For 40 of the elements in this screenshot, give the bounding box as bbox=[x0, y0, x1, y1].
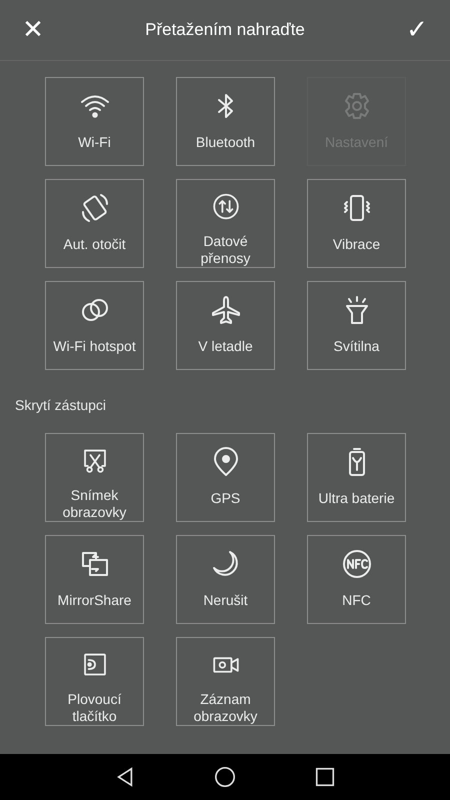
shortcut-tile[interactable]: Plovoucí tlačítko bbox=[45, 637, 144, 726]
tile-label: Wi-Fi hotspot bbox=[52, 338, 137, 355]
shortcut-tile[interactable]: GPS bbox=[176, 433, 275, 522]
shortcut-tile[interactable]: Vibrace bbox=[307, 179, 406, 268]
confirm-button[interactable]: ✓ bbox=[398, 15, 436, 45]
nfc-icon bbox=[340, 548, 372, 580]
tile-label: Nerušit bbox=[202, 592, 249, 609]
tile-label: Záznam obrazovky bbox=[192, 691, 258, 725]
shortcut-tile[interactable]: Ultra baterie bbox=[307, 433, 406, 522]
tile-label: Datové přenosy bbox=[200, 233, 252, 267]
shortcut-tile[interactable]: Wi-Fi bbox=[45, 77, 144, 166]
airplane-icon bbox=[210, 294, 242, 326]
tile-label: Bluetooth bbox=[194, 134, 256, 151]
shortcut-tile[interactable]: MirrorShare bbox=[45, 535, 144, 624]
shortcut-tile[interactable]: V letadle bbox=[176, 281, 275, 370]
section-heading: Skrytí zástupci bbox=[14, 396, 108, 413]
tile-label: Vibrace bbox=[332, 236, 382, 253]
home-icon[interactable] bbox=[214, 766, 236, 788]
tile-label: MirrorShare bbox=[56, 592, 132, 609]
shortcut-tile[interactable]: Nerušit bbox=[176, 535, 275, 624]
shortcut-tile[interactable]: NFC bbox=[307, 535, 406, 624]
tile-label: Aut. otočit bbox=[62, 236, 127, 253]
tile-label: Snímek obrazovky bbox=[62, 487, 128, 521]
tile-label: Plovoucí tlačítko bbox=[66, 691, 122, 725]
tile-label: Ultra baterie bbox=[317, 490, 396, 507]
shortcut-tile[interactable]: Svítilna bbox=[307, 281, 406, 370]
shortcut-tile[interactable]: Aut. otočit bbox=[45, 179, 144, 268]
close-button[interactable]: ✕ bbox=[14, 15, 52, 45]
screen-title: Přetažením nahraďte bbox=[145, 20, 305, 40]
recents-icon[interactable] bbox=[314, 766, 336, 788]
tile-label: NFC bbox=[341, 592, 372, 609]
tile-label: V letadle bbox=[197, 338, 254, 355]
tile-label: GPS bbox=[210, 490, 242, 507]
tile-label: Svítilna bbox=[332, 338, 380, 355]
shortcut-tile[interactable]: Datové přenosy bbox=[176, 179, 275, 268]
shortcut-tile[interactable]: Wi-Fi hotspot bbox=[45, 281, 144, 370]
shortcut-tile[interactable]: Snímek obrazovky bbox=[45, 433, 144, 522]
shortcut-tile[interactable]: Záznam obrazovky bbox=[176, 637, 275, 726]
tile-label: Wi-Fi bbox=[77, 134, 112, 151]
shortcut-tile[interactable]: Bluetooth bbox=[176, 77, 275, 166]
